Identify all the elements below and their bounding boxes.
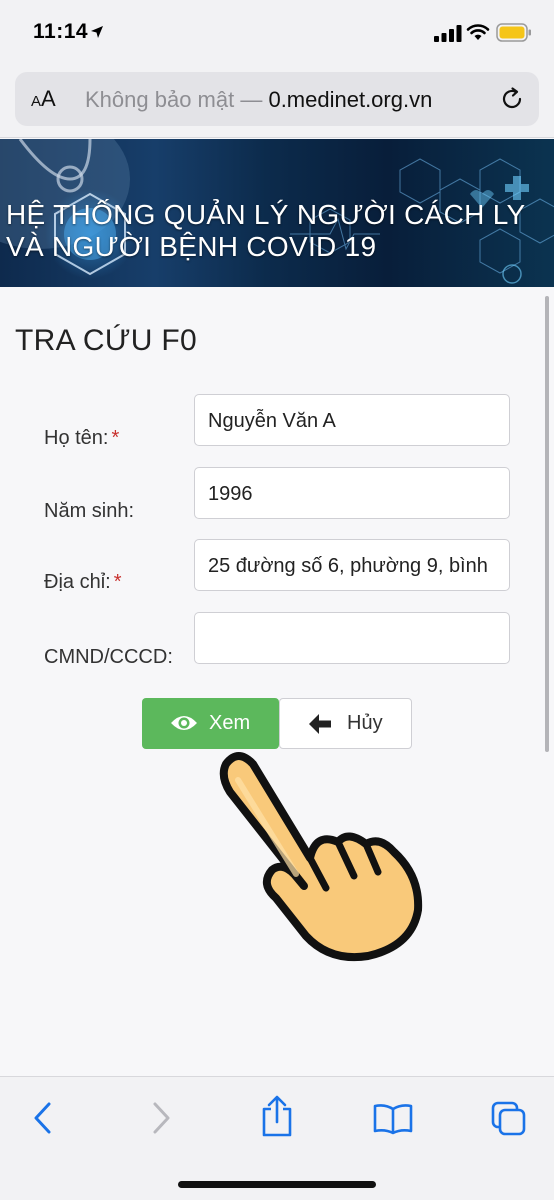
url-prefix: Không bảo mật —: [85, 87, 269, 112]
forward-icon[interactable]: [148, 1101, 174, 1135]
name-label: Họ tên: *: [44, 427, 119, 450]
url-field[interactable]: Không bảo mật — 0.medinet.org.vn: [85, 87, 477, 113]
url-domain: 0.medinet.org.vn: [268, 87, 433, 112]
status-bar: 11:14: [0, 0, 554, 64]
status-time: 11:14: [33, 20, 89, 43]
arrow-left-icon: [309, 714, 331, 734]
location-arrow-icon: [91, 26, 103, 38]
address-bar[interactable]: AA Không bảo mật — 0.medinet.org.vn: [15, 72, 539, 126]
cancel-button-label: Hủy: [347, 712, 383, 734]
reload-icon[interactable]: [499, 86, 525, 112]
view-button-label: Xem: [209, 712, 251, 734]
address-label: Địa chỉ: *: [44, 571, 122, 594]
eye-icon: [171, 716, 197, 730]
header-banner: HỆ THỐNG QUẢN LÝ NGƯỜI CÁCH LY VÀ NGƯỜI …: [0, 139, 554, 287]
home-indicator: [178, 1181, 376, 1188]
required-mark: *: [113, 571, 122, 593]
signal-icon: [434, 25, 462, 42]
tabs-icon[interactable]: [491, 1101, 527, 1137]
back-icon[interactable]: [30, 1101, 56, 1135]
scrollbar[interactable]: [545, 296, 549, 752]
wifi-icon: [466, 24, 490, 40]
share-icon[interactable]: [260, 1095, 294, 1137]
name-input[interactable]: Nguyễn Văn A: [194, 394, 510, 446]
birth-year-input[interactable]: 1996: [194, 467, 510, 519]
page-title: TRA CỨU F0: [15, 324, 197, 357]
birth-year-label: Năm sinh:: [44, 500, 134, 523]
text-size-button[interactable]: AA: [31, 86, 56, 112]
id-card-label-text: CMND/CCCD:: [44, 646, 173, 668]
battery-icon: [496, 23, 531, 42]
banner-title-line1: HỆ THỐNG QUẢN LÝ NGƯỜI CÁCH LY: [6, 199, 526, 230]
browser-address-area: AA Không bảo mật — 0.medinet.org.vn: [0, 64, 554, 138]
birth-year-label-text: Năm sinh:: [44, 500, 135, 522]
required-mark: *: [111, 427, 120, 449]
name-label-text: Họ tên:: [44, 427, 109, 449]
address-input[interactable]: 25 đường số 6, phường 9, bình: [194, 539, 510, 591]
bookmarks-icon[interactable]: [373, 1103, 413, 1135]
banner-title-line2: VÀ NGƯỜI BỆNH COVID 19: [6, 231, 377, 262]
pointing-hand-icon: [219, 752, 423, 962]
id-card-label: CMND/CCCD:: [44, 646, 173, 669]
banner-title: HỆ THỐNG QUẢN LÝ NGƯỜI CÁCH LY VÀ NGƯỜI …: [6, 199, 526, 263]
id-card-input[interactable]: [194, 612, 510, 664]
address-label-text: Địa chỉ:: [44, 571, 111, 593]
